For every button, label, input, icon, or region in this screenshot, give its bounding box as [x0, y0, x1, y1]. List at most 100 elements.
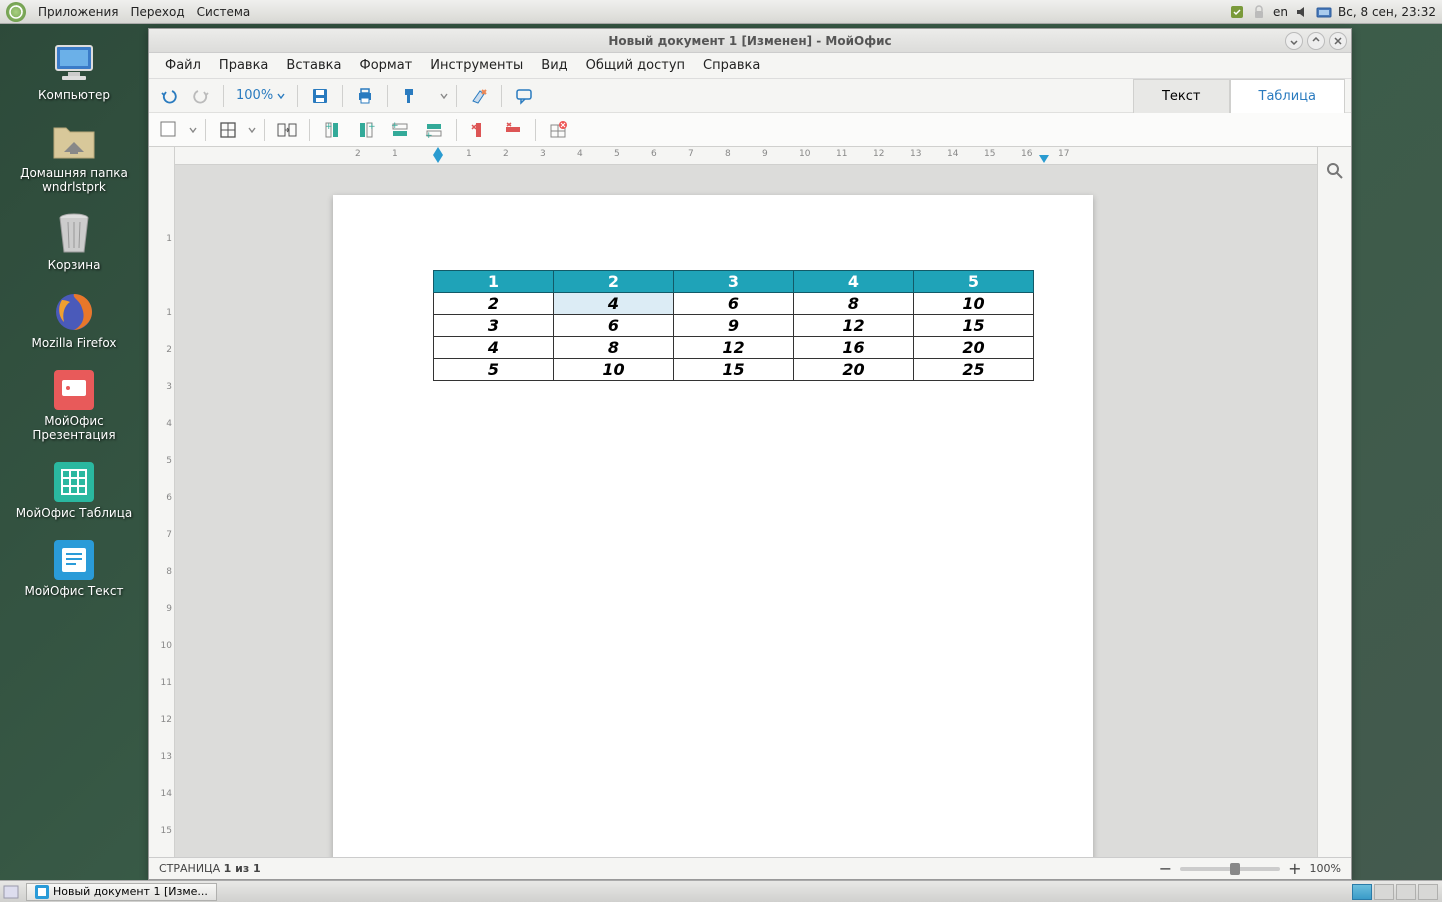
insert-row-below-button[interactable]: + — [420, 116, 448, 144]
undo-button[interactable] — [155, 82, 183, 110]
menu-edit[interactable]: Правка — [211, 56, 276, 75]
right-indent-marker-icon[interactable] — [1039, 155, 1049, 163]
table-cell[interactable]: 6 — [554, 315, 674, 337]
desktop-icon-myoffice-presentation[interactable]: МойОфис Презентация — [9, 368, 139, 442]
clear-format-button[interactable] — [465, 82, 493, 110]
distro-logo-icon[interactable] — [6, 2, 26, 22]
panel-menu-system[interactable]: Система — [191, 5, 257, 19]
zoom-slider[interactable] — [1180, 867, 1280, 871]
workspace-1[interactable] — [1352, 884, 1372, 900]
close-button[interactable] — [1329, 32, 1347, 50]
chevron-down-icon[interactable] — [248, 127, 256, 133]
table-cell[interactable]: 20 — [914, 337, 1034, 359]
desktop-icon-myoffice-text[interactable]: МойОфис Текст — [9, 538, 139, 598]
update-icon[interactable] — [1229, 4, 1245, 20]
zoom-combo[interactable]: 100% — [232, 88, 289, 103]
zoom-out-button[interactable]: − — [1159, 859, 1172, 878]
vertical-ruler[interactable]: 1123456789101112131415 — [149, 147, 175, 857]
table-cell[interactable]: 15 — [674, 359, 794, 381]
table-cell[interactable]: 20 — [794, 359, 914, 381]
panel-menu-apps[interactable]: Приложения — [32, 5, 125, 19]
cell-fill-button[interactable] — [155, 116, 183, 144]
merge-cells-button[interactable] — [273, 116, 301, 144]
copy-format-button[interactable] — [396, 82, 424, 110]
volume-icon[interactable] — [1294, 4, 1310, 20]
table-header-cell[interactable]: 1 — [434, 271, 554, 293]
computer-icon — [50, 42, 98, 86]
search-button[interactable] — [1321, 157, 1349, 185]
table-cell[interactable]: 12 — [674, 337, 794, 359]
table-cell[interactable]: 2 — [434, 293, 554, 315]
table-cell[interactable]: 6 — [674, 293, 794, 315]
desktop-icon-label: Mozilla Firefox — [32, 336, 117, 350]
desktop-icon-home[interactable]: Домашняя папка wndrlstprk — [9, 120, 139, 194]
menu-file[interactable]: Файл — [157, 56, 209, 75]
table-cell[interactable]: 9 — [674, 315, 794, 337]
document-table[interactable]: 12345246810369121548121620510152025 — [433, 270, 1034, 381]
table-cell[interactable]: 12 — [794, 315, 914, 337]
workspace-3[interactable] — [1396, 884, 1416, 900]
show-desktop-button[interactable] — [0, 885, 22, 899]
insert-row-above-button[interactable]: + — [386, 116, 414, 144]
save-button[interactable] — [306, 82, 334, 110]
chevron-down-icon[interactable] — [440, 93, 448, 99]
panel-menu-places[interactable]: Переход — [125, 5, 191, 19]
print-button[interactable] — [351, 82, 379, 110]
table-cell[interactable]: 10 — [554, 359, 674, 381]
table-cell[interactable]: 25 — [914, 359, 1034, 381]
table-cell[interactable]: 10 — [914, 293, 1034, 315]
menu-share[interactable]: Общий доступ — [578, 56, 693, 75]
table-cell[interactable]: 4 — [554, 293, 674, 315]
table-cell[interactable]: 3 — [434, 315, 554, 337]
menu-insert[interactable]: Вставка — [278, 56, 349, 75]
network-icon[interactable] — [1316, 4, 1332, 20]
workspace-4[interactable] — [1418, 884, 1438, 900]
borders-button[interactable] — [214, 116, 242, 144]
tab-text[interactable]: Текст — [1133, 79, 1230, 113]
bottom-taskbar: Новый документ 1 [Изме... — [0, 880, 1442, 902]
menu-view[interactable]: Вид — [533, 56, 575, 75]
tab-table[interactable]: Таблица — [1230, 79, 1346, 113]
table-header-cell[interactable]: 3 — [674, 271, 794, 293]
delete-col-button[interactable] — [465, 116, 493, 144]
insert-col-right-button[interactable]: + — [352, 116, 380, 144]
horizontal-ruler[interactable]: 211234567891011121314151617 — [175, 147, 1317, 165]
indent-marker-icon[interactable] — [433, 155, 443, 163]
document-canvas[interactable]: 12345246810369121548121620510152025 — [175, 165, 1317, 857]
zoom-in-button[interactable]: + — [1288, 859, 1301, 878]
table-header-cell[interactable]: 2 — [554, 271, 674, 293]
workspace-2[interactable] — [1374, 884, 1394, 900]
comment-button[interactable] — [510, 82, 538, 110]
redo-button[interactable] — [187, 82, 215, 110]
indent-marker-icon[interactable] — [433, 147, 443, 155]
menu-format[interactable]: Формат — [352, 56, 421, 75]
firefox-icon — [50, 290, 98, 334]
table-cell[interactable]: 8 — [554, 337, 674, 359]
desktop-icon-myoffice-spreadsheet[interactable]: МойОфис Таблица — [9, 460, 139, 520]
trash-icon — [50, 212, 98, 256]
maximize-button[interactable] — [1307, 32, 1325, 50]
table-header-cell[interactable]: 4 — [794, 271, 914, 293]
desktop-icon-label: МойОфис Текст — [25, 584, 124, 598]
keyboard-lang[interactable]: en — [1273, 5, 1288, 19]
lock-icon[interactable] — [1251, 4, 1267, 20]
menu-help[interactable]: Справка — [695, 56, 768, 75]
table-cell[interactable]: 5 — [434, 359, 554, 381]
delete-table-button[interactable] — [544, 116, 572, 144]
table-cell[interactable]: 8 — [794, 293, 914, 315]
insert-col-left-button[interactable]: + — [318, 116, 346, 144]
table-header-cell[interactable]: 5 — [914, 271, 1034, 293]
minimize-button[interactable] — [1285, 32, 1303, 50]
desktop-icon-trash[interactable]: Корзина — [9, 212, 139, 272]
content-area: 1123456789101112131415 21123456789101112… — [149, 147, 1351, 857]
taskbar-app-button[interactable]: Новый документ 1 [Изме... — [26, 883, 217, 901]
table-cell[interactable]: 4 — [434, 337, 554, 359]
clock[interactable]: Вс, 8 сен, 23:32 — [1338, 5, 1436, 19]
desktop-icon-computer[interactable]: Компьютер — [9, 42, 139, 102]
menu-tools[interactable]: Инструменты — [422, 56, 531, 75]
table-cell[interactable]: 15 — [914, 315, 1034, 337]
table-cell[interactable]: 16 — [794, 337, 914, 359]
chevron-down-icon[interactable] — [189, 127, 197, 133]
delete-row-button[interactable] — [499, 116, 527, 144]
desktop-icon-firefox[interactable]: Mozilla Firefox — [9, 290, 139, 350]
